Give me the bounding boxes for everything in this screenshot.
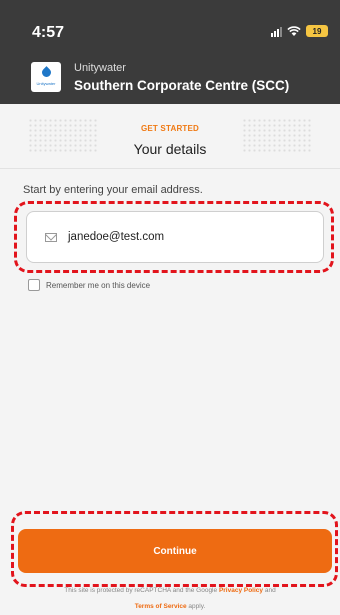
battery-level: 19 [312, 26, 322, 36]
status-icons: 19 [271, 25, 328, 37]
header-org-name: Unitywater [74, 62, 126, 74]
water-drop-icon [39, 66, 53, 79]
continue-button[interactable]: Continue [18, 529, 332, 573]
logo-text: Unitywater [36, 81, 56, 86]
recaptcha-notice: This site is protected by reCAPTCHA and … [0, 587, 340, 594]
remember-me-checkbox[interactable] [28, 279, 40, 291]
remember-me-option[interactable]: Remember me on this device [28, 279, 150, 291]
email-field[interactable]: janedoe@test.com [26, 211, 324, 263]
signal-icon [271, 26, 282, 37]
recaptcha-apply: apply. [188, 603, 206, 610]
email-value: janedoe@test.com [68, 231, 165, 243]
recaptcha-text: This site is protected by reCAPTCHA and … [64, 587, 218, 594]
eyebrow-label: GET STARTED [140, 124, 200, 133]
status-time: 4:57 [32, 24, 65, 41]
remember-me-label: Remember me on this device [46, 280, 151, 290]
battery-icon: 19 [306, 25, 328, 37]
header-site-name: Southern Corporate Centre (SCC) [74, 78, 290, 93]
page-title: Your details [133, 141, 207, 157]
email-prompt: Start by entering your email address. [23, 184, 203, 196]
privacy-policy-link[interactable]: Privacy Policy [219, 587, 263, 594]
terms-of-service-link[interactable]: Terms of Service [135, 603, 187, 610]
recaptcha-and: and [264, 587, 276, 594]
form-area: Start by entering your email address. ja… [0, 168, 340, 615]
wifi-icon [287, 25, 301, 36]
unitywater-logo: Unitywater [31, 62, 61, 92]
app-header: Unitywater Unitywater Southern Corporate… [0, 52, 340, 104]
recaptcha-notice-line2: Terms of Service apply. [0, 603, 340, 610]
intro-section: GET STARTED Your details [0, 104, 340, 168]
mail-icon [45, 233, 57, 242]
status-bar: 4:57 19 [0, 0, 340, 52]
